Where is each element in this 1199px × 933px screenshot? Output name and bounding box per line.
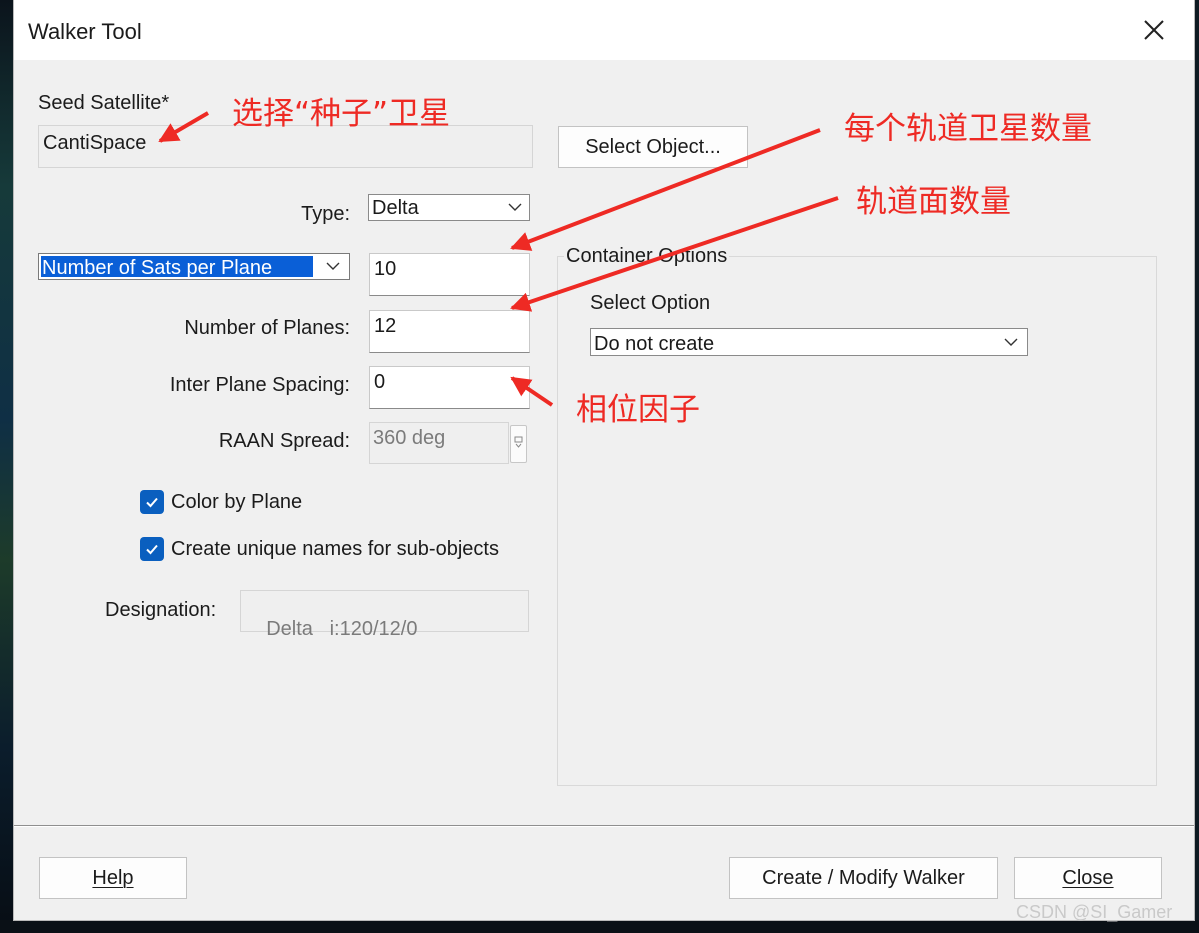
container-options-label: Container Options (564, 245, 730, 268)
window-title: Walker Tool (28, 19, 142, 44)
inter-plane-spacing-value: 0 (374, 371, 386, 393)
container-option-dropdown[interactable]: Do not create (590, 328, 1028, 356)
number-of-planes-label: Number of Planes: (184, 317, 350, 339)
annotation-planes-text: 轨道面数量 (856, 184, 1011, 220)
close-button[interactable]: Close (1014, 857, 1162, 899)
seed-satellite-label: Seed Satellite* (38, 92, 170, 114)
raan-spread-value: 360 deg (373, 427, 446, 449)
raan-spread-field: 360 deg (369, 422, 509, 464)
close-window-button[interactable] (1138, 14, 1170, 46)
number-of-planes-value: 12 (374, 315, 397, 337)
select-option-label: Select Option (590, 292, 711, 314)
sats-per-plane-selector[interactable]: Number of Sats per Plane (38, 253, 350, 280)
chevron-down-icon (1004, 338, 1018, 346)
unique-names-checkbox[interactable] (140, 537, 164, 561)
raan-spread-label: RAAN Spread: (218, 430, 350, 452)
designation-field: Delta i:120/12/0 (240, 590, 529, 640)
annotation-phase-text: 相位因子 (576, 392, 700, 428)
create-modify-walker-button[interactable]: Create / Modify Walker (729, 857, 998, 899)
chevron-down-icon (508, 203, 522, 211)
help-button[interactable]: Help (39, 857, 187, 899)
annotation-sats-per-plane-text: 每个轨道卫星数量 (844, 111, 1092, 147)
close-icon (1144, 20, 1164, 40)
create-modify-walker-label: Create / Modify Walker (762, 866, 965, 889)
inter-plane-spacing-label: Inter Plane Spacing: (169, 374, 350, 396)
sats-per-plane-value: 10 (374, 258, 397, 280)
title-bar: Walker Tool (14, 0, 1194, 60)
spinner-icon (514, 436, 523, 448)
help-button-label: Help (92, 866, 134, 889)
unique-names-label: Create unique names for sub-objects (171, 538, 499, 560)
number-of-planes-input[interactable]: 12 (369, 310, 530, 353)
inter-plane-spacing-input[interactable]: 0 (369, 366, 530, 409)
type-value: Delta (372, 197, 419, 219)
desktop-background (0, 0, 14, 933)
checkmark-icon (146, 497, 158, 508)
type-dropdown[interactable]: Delta (368, 194, 530, 221)
sats-per-plane-input[interactable]: 10 (369, 253, 530, 296)
container-option-value: Do not create (594, 333, 715, 355)
chevron-down-icon (326, 262, 340, 270)
seed-satellite-value: CantiSpace (43, 132, 147, 154)
raan-spread-spinner[interactable] (510, 425, 527, 463)
close-button-label: Close (1062, 866, 1114, 889)
watermark: CSDN @SI_Gamer (1016, 902, 1173, 922)
checkmark-icon (146, 544, 158, 555)
annotation-seed-text: 选择“种子”卫星 (232, 96, 451, 132)
select-object-button[interactable]: Select Object... (558, 126, 748, 168)
select-object-label: Select Object... (585, 135, 721, 158)
designation-label: Designation: (105, 599, 217, 621)
designation-value: Delta i:120/12/0 (266, 618, 418, 640)
sats-per-plane-selector-value: Number of Sats per Plane (41, 256, 313, 279)
color-by-plane-label: Color by Plane (171, 491, 303, 513)
type-label: Type: (301, 203, 350, 225)
footer-separator (14, 825, 1194, 827)
color-by-plane-checkbox[interactable] (140, 490, 164, 514)
